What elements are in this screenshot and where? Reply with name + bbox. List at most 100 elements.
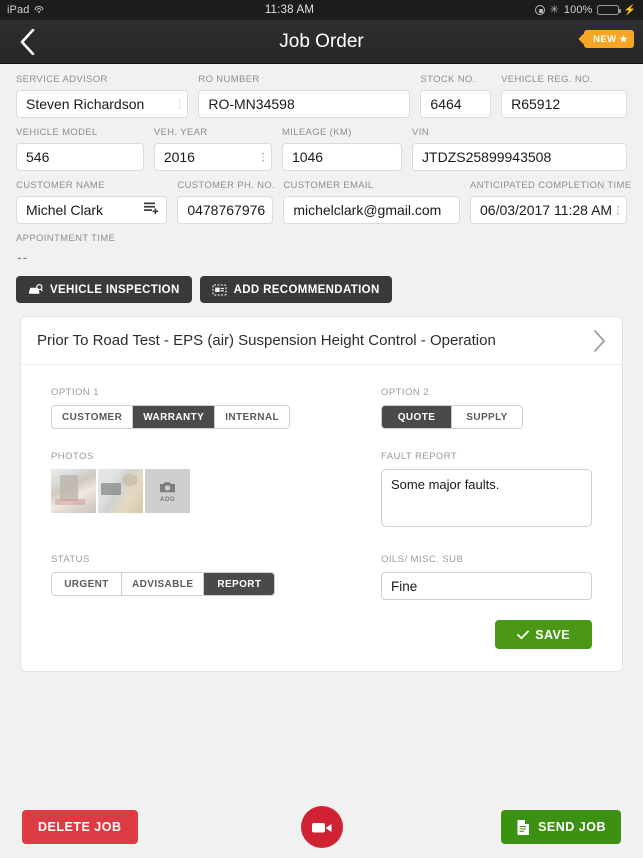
field-label: VEHICLE MODEL: [16, 127, 98, 138]
option-row: OPTION 1 CUSTOMER WARRANTY INTERNAL OPTI…: [51, 387, 592, 429]
option1-customer[interactable]: CUSTOMER: [52, 406, 134, 428]
field-value: Steven Richardson: [26, 96, 145, 112]
field-label: CUSTOMER EMAIL: [283, 180, 374, 191]
status-badge-label: NEW: [593, 33, 617, 45]
chevron-down-icon: [178, 99, 181, 109]
status-segmented-control: URGENT ADVISABLE REPORT: [51, 572, 276, 596]
photo-list: ADD: [51, 469, 381, 513]
vehicle-inspection-button[interactable]: VEHICLE INSPECTION: [16, 276, 192, 303]
ios-status-bar: iPad 11:38 AM ✳ 100% ⚡: [0, 0, 643, 20]
field-label: MILEAGE (KM): [281, 127, 352, 138]
back-chevron-icon: [20, 28, 34, 55]
photos-group: PHOTOS ADD: [51, 451, 381, 532]
oils-misc-sub-label: OILS/ MISC. SUB: [381, 554, 464, 565]
button-label: VEHICLE INSPECTION: [50, 283, 180, 296]
button-label: DELETE JOB: [38, 820, 122, 834]
device-name-label: iPad: [7, 4, 30, 16]
ro-number-input[interactable]: RO-MN34598: [198, 90, 411, 118]
field-customer-name: CUSTOMER NAME Michel Clark: [16, 180, 168, 224]
field-anticipated-completion-time: ANTICIPATED COMPLETION TIME 06/03/2017 1…: [470, 180, 632, 224]
page-title: Job Order: [279, 30, 364, 52]
photo-thumbnail-2[interactable]: [98, 469, 143, 513]
action-button-bar: VEHICLE INSPECTION ADD RECOMMENDATION: [0, 265, 643, 303]
card-body: OPTION 1 CUSTOMER WARRANTY INTERNAL OPTI…: [21, 365, 622, 671]
car-inspection-icon: [29, 283, 43, 294]
charging-bolt-icon: ⚡: [623, 4, 636, 16]
field-label: RO NUMBER: [198, 74, 260, 85]
list-add-icon[interactable]: [143, 201, 159, 220]
customer-name-input[interactable]: Michel Clark: [16, 196, 168, 224]
option1-internal[interactable]: INTERNAL: [215, 406, 289, 428]
inspection-item-card: Prior To Road Test - EPS (air) Suspensio…: [20, 316, 623, 672]
rotation-lock-icon: [534, 5, 545, 15]
status-bar-right: ✳ 100% ⚡: [534, 3, 636, 16]
field-vehicle-model: VEHICLE MODEL 546: [16, 127, 144, 171]
field-label: VIN: [412, 127, 429, 138]
chevron-down-icon: [617, 205, 619, 215]
status-urgent[interactable]: URGENT: [52, 573, 122, 595]
field-value: 6464: [430, 96, 462, 112]
option2-label: OPTION 2: [381, 387, 429, 398]
mileage-input[interactable]: 1046: [281, 143, 403, 171]
status-badge-new[interactable]: NEW ★: [584, 30, 634, 48]
customer-email-input[interactable]: michelclark@gmail.com: [283, 196, 460, 224]
video-capture-button[interactable]: [300, 806, 343, 848]
option2-quote[interactable]: QUOTE: [382, 406, 452, 428]
job-order-screen: iPad 11:38 AM ✳ 100% ⚡ Job Order NEW ★ S…: [0, 0, 643, 858]
option1-group: OPTION 1 CUSTOMER WARRANTY INTERNAL: [51, 387, 381, 429]
wifi-icon: [34, 5, 44, 15]
anticipated-completion-time-input[interactable]: 06/03/2017 11:28 AM: [470, 196, 627, 224]
status-advisable[interactable]: ADVISABLE: [122, 573, 205, 595]
add-recommendation-button[interactable]: ADD RECOMMENDATION: [199, 276, 392, 303]
status-report[interactable]: REPORT: [204, 573, 275, 595]
photos-fault-row: PHOTOS ADD FAULT REPORT Some major fault…: [51, 451, 592, 532]
option2-segmented-control: QUOTE SUPPLY: [381, 405, 523, 429]
bottom-action-bar: DELETE JOB SEND JOB: [0, 796, 643, 858]
oils-misc-sub-input[interactable]: [381, 572, 592, 600]
option2-supply[interactable]: SUPPLY: [452, 406, 522, 428]
option2-group: OPTION 2 QUOTE SUPPLY: [381, 387, 592, 429]
field-value: R65912: [511, 96, 561, 112]
field-value: michelclark@gmail.com: [293, 202, 442, 218]
star-icon: ★: [619, 33, 628, 44]
card-header[interactable]: Prior To Road Test - EPS (air) Suspensio…: [21, 317, 622, 365]
form-row-3: CUSTOMER NAME Michel Clark CUSTOMER PH. …: [16, 180, 632, 224]
bluetooth-icon: ✳: [549, 3, 559, 16]
photo-thumbnail-1[interactable]: [51, 469, 96, 513]
form-row-2: VEHICLE MODEL 546 VEH. YEAR 2016 MILEAGE…: [16, 127, 627, 171]
veh-year-input[interactable]: 2016: [153, 143, 272, 171]
battery-percent-label: 100%: [563, 4, 593, 16]
chevron-down-icon: [262, 152, 264, 162]
delete-job-button[interactable]: DELETE JOB: [22, 810, 138, 844]
stock-no-input[interactable]: 6464: [420, 90, 492, 118]
status-oils-row: STATUS URGENT ADVISABLE REPORT OILS/ MIS…: [51, 554, 592, 600]
customer-phone-input[interactable]: 0478767976: [177, 196, 274, 224]
field-label: CUSTOMER PH. NO.: [177, 180, 276, 191]
video-camera-icon: [311, 822, 331, 832]
vehicle-model-input[interactable]: 546: [16, 143, 144, 171]
chevron-right-icon[interactable]: [593, 329, 606, 352]
button-label: ADD RECOMMENDATION: [233, 283, 380, 296]
field-label: ANTICIPATED COMPLETION TIME: [470, 180, 632, 191]
status-bar-left: iPad: [7, 4, 44, 16]
fault-report-label: FAULT REPORT: [381, 451, 458, 462]
back-button[interactable]: [0, 20, 54, 64]
save-button[interactable]: SAVE: [495, 620, 592, 649]
service-advisor-input[interactable]: Steven Richardson: [16, 90, 189, 118]
send-job-button[interactable]: SEND JOB: [501, 810, 621, 844]
field-mileage: MILEAGE (KM) 1046: [281, 127, 403, 171]
option1-warranty[interactable]: WARRANTY: [133, 406, 216, 428]
job-order-form: SERVICE ADVISOR Steven Richardson RO NUM…: [0, 64, 643, 265]
battery-icon: [597, 5, 622, 15]
vin-input[interactable]: JTDZS25899943508: [412, 143, 627, 171]
add-photo-button[interactable]: ADD: [145, 469, 190, 513]
button-label: SEND JOB: [538, 820, 606, 834]
option1-segmented-control: CUSTOMER WARRANTY INTERNAL: [51, 405, 290, 429]
fault-report-textarea[interactable]: [381, 469, 592, 527]
recommendation-card-icon: [212, 284, 227, 295]
vehicle-reg-no-input[interactable]: R65912: [501, 90, 627, 118]
document-icon: [517, 819, 530, 835]
status-bar-clock: 11:38 AM: [264, 4, 315, 16]
field-vehicle-reg-no: VEHICLE REG. NO. R65912: [501, 74, 627, 118]
field-label: VEH. YEAR: [153, 127, 208, 138]
